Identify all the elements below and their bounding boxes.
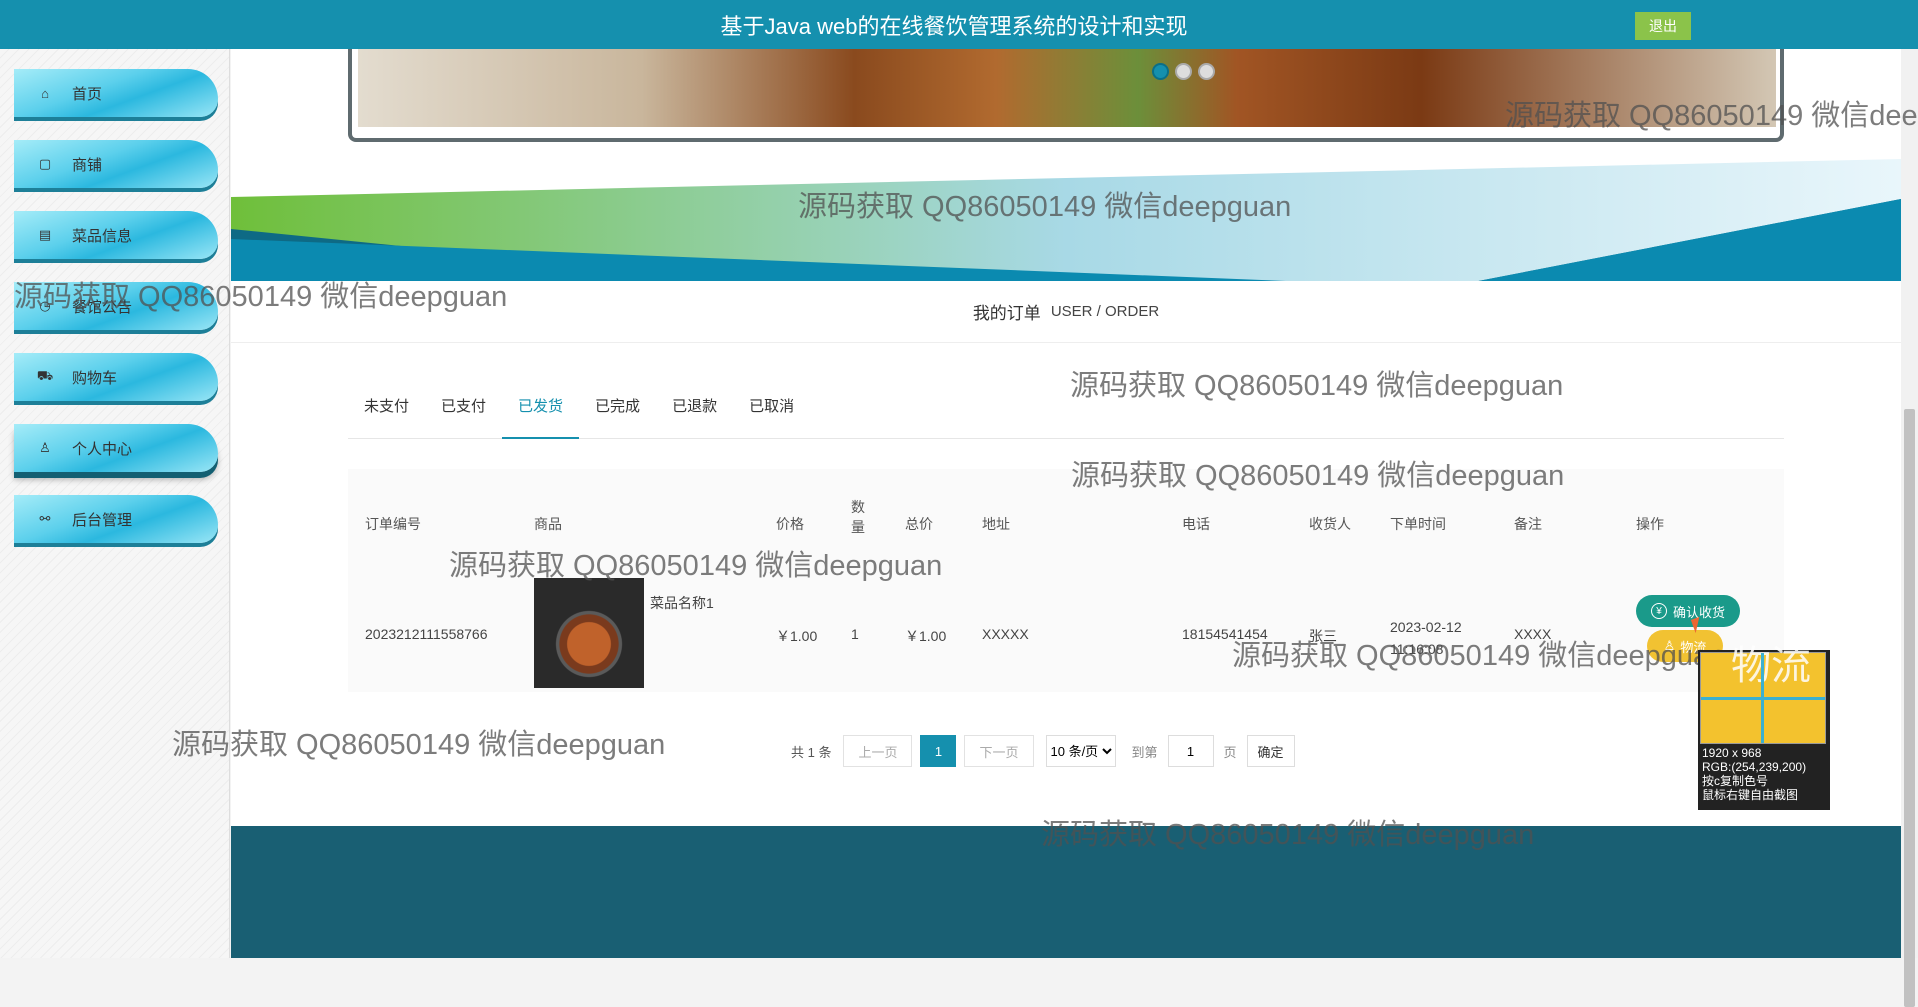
carousel-dots — [1152, 63, 1215, 80]
address: XXXXX — [982, 626, 1029, 642]
table-row: 2023212111558766 菜品名称1 ￥1.00 1 ￥1.00 XXX… — [348, 578, 1784, 692]
rgb-value: RGB:(254,239,200) — [1702, 760, 1807, 774]
phone: 18154541454 — [1182, 626, 1268, 642]
tab-shipped[interactable]: 已发货 — [502, 389, 580, 439]
cart-icon: ⛟ — [36, 368, 54, 383]
next-page-button[interactable]: 下一页 — [964, 735, 1034, 767]
breadcrumb-title: 我的订单 — [972, 304, 1041, 323]
order-status-tabs: 未支付 已支付 已发货 已完成 已退款 已取消 — [348, 389, 1784, 439]
sidebar-item-shops[interactable]: ▢ 商铺 — [14, 140, 218, 188]
col-address: 地址 — [982, 516, 1010, 532]
clipboard-icon: ▤ — [38, 227, 52, 242]
note-icon: ▢ — [38, 156, 52, 171]
screen-size: 1920 x 968 — [1702, 746, 1762, 760]
col-total: 总价 — [905, 516, 933, 532]
product-name: 菜品名称1 — [650, 595, 714, 611]
magnifier-text: 物流 — [1731, 644, 1811, 688]
page-unit: 页 — [1223, 744, 1237, 760]
top-header: 基于Java web的在线餐饮管理系统的设计和实现 退出 — [0, 0, 1918, 49]
link-icon: ⚯ — [39, 511, 51, 526]
sidebar-item-label: 后台管理 — [72, 511, 133, 529]
carousel-dot[interactable] — [1152, 63, 1169, 80]
confirm-receipt-button[interactable]: ¥ 确认收货 — [1636, 595, 1740, 627]
pagination: 共 1 条 上一页 1 下一页 10 条/页 到第 页 确定 — [791, 734, 1295, 768]
sidebar-item-label: 首页 — [72, 85, 103, 103]
table-header: 订单编号 商品 价格 数 量 总价 地址 电话 收货人 下单时间 备注 操作 — [348, 469, 1784, 578]
order-number: 2023212111558766 — [365, 626, 488, 642]
color-picker-overlay: 物流 1920 x 968 RGB:(254,239,200) 按c复制色号 鼠… — [1698, 644, 1830, 810]
tab-paid[interactable]: 已支付 — [425, 389, 502, 439]
clock-icon: ◷ — [39, 298, 51, 313]
sidebar-item-label: 商铺 — [72, 156, 103, 174]
current-page[interactable]: 1 — [920, 735, 957, 767]
col-phone: 电话 — [1182, 516, 1210, 532]
product-image — [534, 578, 644, 688]
breadcrumb: 我的订单 USER / ORDER — [231, 281, 1901, 343]
yen-circle-icon: ¥ — [1650, 603, 1667, 619]
exit-button[interactable]: 退出 — [1635, 12, 1691, 40]
receiver: 张三 — [1309, 628, 1337, 644]
sidebar: ⌂ 首页 ▢ 商铺 ▤ 菜品信息 ◷ 餐馆公告 ⛟ 购物车 ♙ 个人中心 ⚯ 后… — [0, 49, 230, 958]
banner-carousel — [348, 49, 1784, 142]
scrollbar-thumb[interactable] — [1904, 409, 1915, 1007]
col-price: 价格 — [776, 516, 804, 532]
sidebar-item-dishes[interactable]: ▤ 菜品信息 — [14, 211, 218, 259]
tab-cancelled[interactable]: 已取消 — [733, 389, 810, 439]
goto-confirm-button[interactable]: 确定 — [1246, 735, 1295, 767]
col-receiver: 收货人 — [1309, 516, 1351, 532]
goto-page-input[interactable] — [1167, 735, 1214, 767]
home-icon: ⌂ — [41, 85, 49, 101]
sidebar-item-label: 购物车 — [72, 369, 118, 387]
orders-table: 订单编号 商品 价格 数 量 总价 地址 电话 收货人 下单时间 备注 操作 2… — [348, 469, 1784, 692]
sidebar-item-label: 餐馆公告 — [72, 298, 133, 316]
scrollbar[interactable] — [1901, 49, 1918, 1007]
col-order-time: 下单时间 — [1390, 516, 1446, 532]
col-actions: 操作 — [1636, 516, 1664, 532]
carousel-dot[interactable] — [1175, 63, 1192, 80]
sidebar-item-notice[interactable]: ◷ 餐馆公告 — [14, 282, 218, 330]
sidebar-item-admin[interactable]: ⚯ 后台管理 — [14, 495, 218, 543]
magnifier: 物流 — [1700, 644, 1826, 744]
screenshot-tip: 鼠标右键自由截图 — [1702, 788, 1799, 802]
breadcrumb-path: USER / ORDER — [1050, 303, 1160, 320]
carousel-dot[interactable] — [1198, 63, 1215, 80]
sidebar-item-label: 个人中心 — [72, 440, 133, 458]
sidebar-item-cart[interactable]: ⛟ 购物车 — [14, 353, 218, 401]
user-icon: ♙ — [1663, 638, 1676, 653]
order-time: 2023-02-12 11:16:08 — [1390, 619, 1462, 657]
copy-tip: 按c复制色号 — [1702, 774, 1769, 788]
col-qty: 数 量 — [851, 499, 865, 535]
tab-refunded[interactable]: 已退款 — [656, 389, 733, 439]
remark: XXXX — [1514, 626, 1552, 642]
sidebar-item-profile[interactable]: ♙ 个人中心 — [14, 424, 218, 472]
picker-info: 1920 x 968 RGB:(254,239,200) 按c复制色号 鼠标右键… — [1700, 744, 1828, 804]
main-content: 我的订单 USER / ORDER 未支付 已支付 已发货 已完成 已退款 已取… — [231, 49, 1901, 958]
footer — [231, 826, 1901, 958]
user-icon: ♙ — [39, 440, 51, 455]
col-order-no: 订单编号 — [365, 516, 421, 532]
goto-label: 到第 — [1131, 744, 1158, 760]
total-count: 共 1 条 — [791, 744, 832, 760]
col-remark: 备注 — [1514, 516, 1542, 532]
prev-page-button[interactable]: 上一页 — [843, 735, 913, 767]
banner-image — [358, 49, 1776, 127]
page-size-select[interactable]: 10 条/页 — [1045, 735, 1116, 767]
sidebar-item-label: 菜品信息 — [72, 227, 133, 245]
tab-unpaid[interactable]: 未支付 — [348, 389, 425, 439]
col-product: 商品 — [534, 516, 562, 532]
quantity: 1 — [851, 626, 859, 642]
page-title: 基于Java web的在线餐饮管理系统的设计和实现 — [720, 13, 1188, 39]
tab-completed[interactable]: 已完成 — [579, 389, 656, 439]
price: ￥1.00 — [776, 628, 818, 644]
sidebar-item-home[interactable]: ⌂ 首页 — [14, 69, 218, 117]
total-price: ￥1.00 — [905, 628, 947, 644]
